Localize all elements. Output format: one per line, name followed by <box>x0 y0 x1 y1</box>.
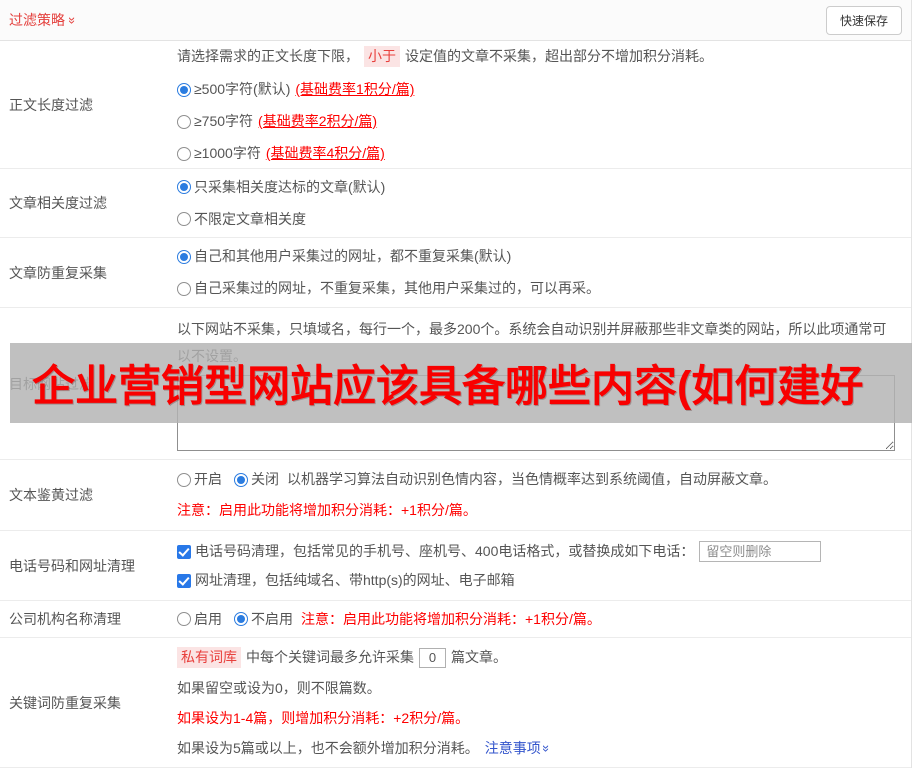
length-option-1000[interactable]: ≥1000字符 (基础费率4积分/篇) <box>177 144 901 163</box>
row-porn-filter: 文本鉴黄过滤 开启 关闭 以机器学习算法自动识别色情内容，当色情概率达到系统阈值… <box>0 460 911 531</box>
replacement-phone-input[interactable] <box>699 541 822 562</box>
max-articles-input[interactable] <box>419 647 446 668</box>
private-lexicon-highlight: 私有词库 <box>177 647 241 668</box>
radio-button[interactable] <box>177 249 191 264</box>
length-intro: 请选择需求的正文长度下限， 小于 设定值的文章不采集，超出部分不增加积分消耗。 <box>177 46 901 67</box>
row-keyword-dedupe: 关键词防重复采集 私有词库 中每个关键词最多允许采集 篇文章。 如果留空或设为0… <box>0 638 911 768</box>
company-cost-note: 注意：启用此功能将增加积分消耗：+1积分/篇。 <box>301 610 601 627</box>
row-dedupe-collection: 文章防重复采集 自己和其他用户采集过的网址，都不重复采集(默认) 自己采集过的网… <box>0 238 911 308</box>
radio-button[interactable] <box>177 82 191 97</box>
page-title-label: 过滤策略 <box>9 12 65 28</box>
row-body-length-filter: 正文长度过滤 请选择需求的正文长度下限， 小于 设定值的文章不采集，超出部分不增… <box>0 41 911 169</box>
row-company-name-cleanup: 公司机构名称清理 启用 不启用 注意：启用此功能将增加积分消耗：+1积分/篇。 <box>0 601 911 638</box>
watermark-text: 企业营销型网站应该具备哪些内容(如何建好 <box>32 363 864 411</box>
notes-link[interactable]: 注意事项 » <box>485 739 554 758</box>
quick-save-button[interactable]: 快速保存 <box>825 5 902 35</box>
row-phone-url-cleanup: 电话号码和网址清理 电话号码清理，包括常见的手机号、座机号、400电话格式，或替… <box>0 531 911 601</box>
watermark-overlay: 企业营销型网站应该具备哪些内容(如何建好 <box>10 343 912 423</box>
radio-button[interactable] <box>234 612 248 626</box>
relevance-option-any[interactable]: 不限定文章相关度 <box>177 210 901 229</box>
row-label: 关键词防重复采集 <box>9 694 121 711</box>
chevron-down-icon: » <box>538 744 554 753</box>
porn-option-on[interactable]: 开启 <box>194 470 222 489</box>
row-label: 公司机构名称清理 <box>9 611 121 627</box>
radio-button[interactable] <box>177 114 191 129</box>
radio-button[interactable] <box>234 472 248 487</box>
row-label: 文本鉴黄过滤 <box>9 487 93 503</box>
porn-cost-note: 注意：启用此功能将增加积分消耗：+1积分/篇。 <box>177 502 477 518</box>
company-option-off[interactable]: 不启用 <box>251 610 293 629</box>
radio-button[interactable] <box>177 281 191 296</box>
fee-note: (基础费率4积分/篇) <box>265 145 385 161</box>
row-label: 正文长度过滤 <box>9 96 93 113</box>
relevance-option-strict[interactable]: 只采集相关度达标的文章(默认) <box>177 178 901 197</box>
row-label: 电话号码和网址清理 <box>9 557 135 574</box>
length-option-500[interactable]: ≥500字符(默认) (基础费率1积分/篇) <box>177 80 901 99</box>
fee-note: (基础费率1积分/篇) <box>295 81 415 97</box>
company-option-on[interactable]: 启用 <box>194 610 222 629</box>
row-label: 文章防重复采集 <box>9 264 107 281</box>
length-option-750[interactable]: ≥750字符 (基础费率2积分/篇) <box>177 112 901 131</box>
less-than-highlight: 小于 <box>364 46 400 67</box>
keyword-note-five-plus: 如果设为5篇或以上，也不会额外增加积分消耗。 <box>177 740 479 756</box>
porn-description: 以机器学习算法自动识别色情内容，当色情概率达到系统阈值，自动屏蔽文章。 <box>287 471 777 487</box>
row-relevance-filter: 文章相关度过滤 只采集相关度达标的文章(默认) 不限定文章相关度 <box>0 169 911 238</box>
dedupe-option-self-only[interactable]: 自己采集过的网址，不重复采集，其他用户采集过的，可以再采。 <box>177 279 901 298</box>
radio-button[interactable] <box>177 212 191 226</box>
chevron-down-icon: » <box>65 16 81 24</box>
top-bar: 过滤策略 » 快速保存 <box>0 0 911 41</box>
radio-button[interactable] <box>177 472 191 487</box>
url-cleanup-label: 网址清理，包括纯域名、带http(s)的网址、电子邮箱 <box>195 572 515 588</box>
radio-button[interactable] <box>177 612 191 626</box>
keyword-note-unlimited: 如果留空或设为0，则不限篇数。 <box>177 680 381 696</box>
fee-note: (基础费率2积分/篇) <box>258 113 378 129</box>
page-title[interactable]: 过滤策略 » <box>9 10 81 30</box>
radio-button[interactable] <box>177 180 191 194</box>
porn-option-off[interactable]: 关闭 <box>251 470 279 489</box>
dedupe-option-all-users[interactable]: 自己和其他用户采集过的网址，都不重复采集(默认) <box>177 247 901 266</box>
phone-cleanup-checkbox[interactable] <box>177 544 191 559</box>
radio-button[interactable] <box>177 146 191 161</box>
phone-cleanup-label: 电话号码清理，包括常见的手机号、座机号、400电话格式，或替换成如下电话： <box>195 543 695 559</box>
row-label: 文章相关度过滤 <box>9 195 107 211</box>
keyword-cost-note: 如果设为1-4篇，则增加积分消耗：+2积分/篇。 <box>177 710 470 726</box>
url-cleanup-checkbox[interactable] <box>177 573 191 588</box>
